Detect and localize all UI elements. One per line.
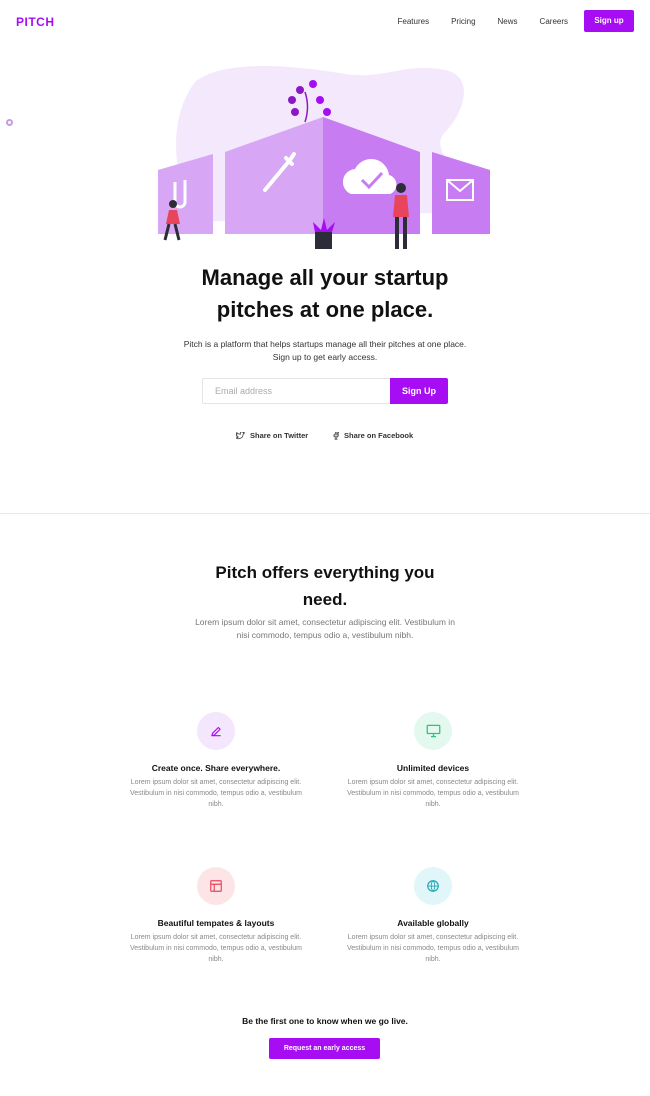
feature-card-unlimited-devices: Unlimited devices Lorem ipsum dolor sit … xyxy=(343,712,523,810)
feature-text: Lorem ipsum dolor sit amet, consectetur … xyxy=(130,934,302,963)
request-access-button[interactable]: Request an early access xyxy=(269,1038,380,1059)
cta-text: Be the first one to know when we go live… xyxy=(242,1016,408,1026)
nav-links: Features Pricing News Careers Sign up xyxy=(376,10,634,32)
feature-title: Unlimited devices xyxy=(396,763,470,773)
features-title: Pitch offers everything you need. xyxy=(175,559,475,613)
features-description: Lorem ipsum dolor sit amet, consectetur … xyxy=(195,617,455,640)
pencil-icon xyxy=(197,712,235,750)
email-input[interactable] xyxy=(202,378,390,404)
feature-text: Lorem ipsum dolor sit amet, consectetur … xyxy=(347,779,519,808)
hero-title-line-2: pitches at one place. xyxy=(216,297,434,322)
feature-title: Available globally xyxy=(397,918,469,928)
features-title-line-2: need. xyxy=(302,590,348,609)
hero-title-line-1: Manage all your startup xyxy=(201,265,449,290)
share-facebook-label: Share on Facebook xyxy=(344,431,414,440)
feature-text: Lorem ipsum dolor sit amet, consectetur … xyxy=(347,934,519,963)
feature-card-global: Available globally Lorem ipsum dolor sit… xyxy=(343,867,523,965)
hero-title: Manage all your startup pitches at one p… xyxy=(150,262,500,326)
nav-link-pricing[interactable]: Pricing xyxy=(451,17,475,26)
share-twitter-label: Share on Twitter xyxy=(250,431,309,440)
hero-description-line-1: Pitch is a platform that helps startups … xyxy=(183,339,467,349)
share-facebook-link[interactable]: Share on Facebook xyxy=(333,431,413,440)
nav-signup-button[interactable]: Sign up xyxy=(584,10,634,32)
layout-icon xyxy=(197,867,235,905)
top-nav: PITCH Features Pricing News Careers Sign… xyxy=(0,0,650,44)
feature-title: Create once. Share everywhere. xyxy=(151,763,281,773)
globe-icon xyxy=(414,867,452,905)
logo[interactable]: PITCH xyxy=(16,15,55,29)
hero-description: Pitch is a platform that helps startups … xyxy=(150,338,500,364)
twitter-icon xyxy=(236,431,245,439)
feature-card-templates: Beautiful tempates & layouts Lorem ipsum… xyxy=(126,867,306,965)
settings-dot-icon[interactable] xyxy=(6,119,13,126)
share-twitter-link[interactable]: Share on Twitter xyxy=(236,431,308,440)
section-divider xyxy=(0,513,650,514)
hero-description-line-2: Sign up to get early access. xyxy=(272,352,378,362)
features-title-line-1: Pitch offers everything you xyxy=(215,563,435,582)
feature-title: Beautiful tempates & layouts xyxy=(157,918,275,928)
hero-illustration xyxy=(158,65,490,249)
nav-link-careers[interactable]: Careers xyxy=(540,17,568,26)
nav-link-features[interactable]: Features xyxy=(398,17,430,26)
facebook-icon xyxy=(333,431,339,440)
monitor-icon xyxy=(414,712,452,750)
hero-signup-button[interactable]: Sign Up xyxy=(390,378,448,404)
nav-link-news[interactable]: News xyxy=(498,17,518,26)
feature-text: Lorem ipsum dolor sit amet, consectetur … xyxy=(130,779,302,808)
feature-card-create-once: Create once. Share everywhere. Lorem ips… xyxy=(126,712,306,810)
